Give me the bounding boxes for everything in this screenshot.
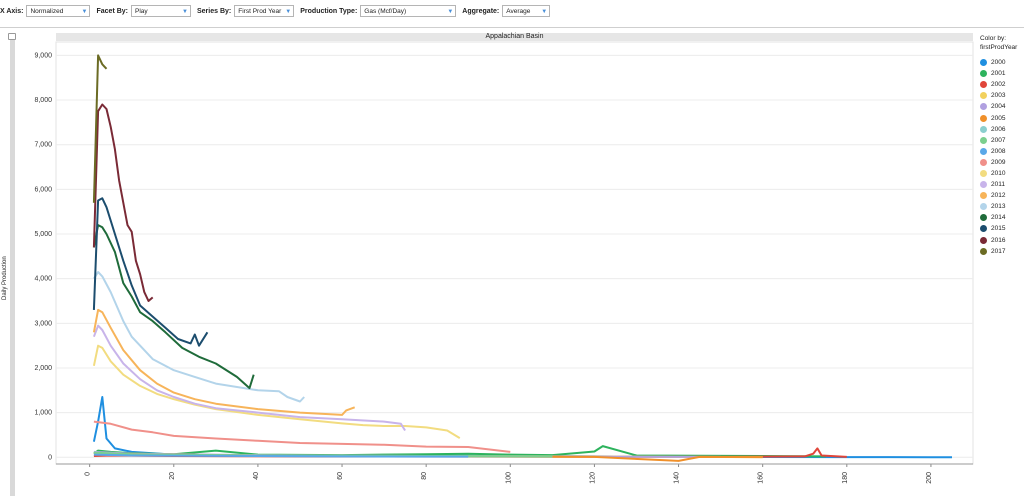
- x-tick-label: 40: [253, 472, 260, 480]
- legend-label: 2005: [991, 114, 1006, 122]
- legend-item[interactable]: 2000: [980, 57, 1017, 68]
- legend-item[interactable]: 2014: [980, 212, 1017, 223]
- legend-swatch: [980, 214, 987, 222]
- legend-swatch: [980, 136, 987, 144]
- y-tick-label: 3,000: [34, 320, 52, 327]
- legend-label: 2015: [991, 225, 1006, 233]
- legend-label: 2011: [991, 181, 1005, 189]
- legend-swatch: [980, 225, 987, 233]
- x-tick-label: 120: [589, 472, 596, 484]
- y-tick-label: 6,000: [34, 186, 52, 193]
- legend-swatch: [980, 81, 987, 89]
- legend-item[interactable]: 2015: [980, 223, 1017, 234]
- legend-item[interactable]: 2016: [980, 235, 1017, 246]
- legend-label: 2003: [991, 92, 1006, 100]
- legend-label: 2012: [991, 192, 1006, 200]
- legend-item[interactable]: 2017: [980, 246, 1017, 257]
- legend-label: 2010: [991, 169, 1006, 177]
- legend-item[interactable]: 2009: [980, 157, 1017, 168]
- line-chart: 0 1,000 2,000 3,000 4,000 5,000 6,000 7,000 8,00…: [34, 41, 974, 484]
- legend-item[interactable]: 2002: [980, 79, 1017, 90]
- legend-swatch: [980, 103, 987, 111]
- legend-swatch: [980, 236, 987, 244]
- legend-label: 2014: [991, 214, 1006, 222]
- legend-items: 2000 2001 2002 2003 2004 2005 2006 2007 2008 2009…: [980, 57, 1017, 257]
- legend-label: 2017: [991, 247, 1006, 255]
- legend-swatch: [980, 114, 987, 122]
- legend: Color by: firstProdYear 2000 2001 2002 2003…: [980, 34, 1017, 257]
- legend-item[interactable]: 2011: [980, 179, 1017, 190]
- legend-item[interactable]: 2005: [980, 112, 1017, 123]
- legend-swatch: [980, 192, 987, 200]
- y-tick-label: 5,000: [34, 231, 52, 238]
- y-tick-label: 8,000: [34, 97, 52, 104]
- y-tick-label: 1,000: [34, 410, 52, 417]
- legend-swatch: [980, 125, 987, 133]
- legend-label: 2009: [991, 158, 1006, 166]
- legend-label: 2000: [991, 59, 1006, 67]
- legend-swatch: [980, 70, 987, 78]
- legend-swatch: [980, 247, 987, 255]
- legend-label: 2002: [991, 81, 1006, 89]
- legend-label: 2016: [991, 236, 1006, 244]
- legend-item[interactable]: 2007: [980, 135, 1017, 146]
- y-tick-label: 7,000: [34, 142, 52, 149]
- x-tick-label: 100: [505, 472, 512, 484]
- legend-item[interactable]: 2010: [980, 168, 1017, 179]
- x-tick-label: 180: [842, 472, 849, 484]
- x-tick-label: 80: [421, 472, 428, 480]
- legend-item[interactable]: 2008: [980, 146, 1017, 157]
- y-tick-label: 0: [48, 454, 52, 461]
- legend-label: 2004: [991, 103, 1006, 111]
- legend-item[interactable]: 2001: [980, 68, 1017, 79]
- y-tick-label: 2,000: [34, 365, 52, 372]
- y-tick-label: 9,000: [34, 52, 52, 59]
- legend-swatch: [980, 158, 987, 166]
- legend-swatch: [980, 92, 987, 100]
- legend-title: Color by:: [980, 35, 1007, 42]
- legend-swatch: [980, 59, 987, 67]
- legend-item[interactable]: 2003: [980, 90, 1017, 101]
- legend-label: 2013: [991, 203, 1006, 211]
- legend-swatch: [980, 203, 987, 211]
- legend-item[interactable]: 2012: [980, 190, 1017, 201]
- legend-label: 2001: [991, 70, 1006, 78]
- legend-item[interactable]: 2004: [980, 101, 1017, 112]
- y-tick-label: 4,000: [34, 276, 52, 283]
- plot-area: [55, 41, 974, 465]
- x-tick-label: 60: [337, 472, 344, 480]
- legend-item[interactable]: 2013: [980, 201, 1017, 212]
- legend-field: firstProdYear: [980, 44, 1018, 51]
- legend-swatch: [980, 181, 987, 189]
- legend-label: 2008: [991, 147, 1006, 155]
- legend-label: 2006: [991, 125, 1006, 133]
- legend-swatch: [980, 147, 987, 155]
- legend-swatch: [980, 169, 987, 177]
- x-tick-label: 20: [169, 472, 176, 480]
- x-tick-label: 140: [674, 472, 681, 484]
- legend-label: 2007: [991, 136, 1006, 144]
- legend-item[interactable]: 2006: [980, 124, 1017, 135]
- x-tick-label: 200: [926, 472, 933, 484]
- x-tick-label: 160: [758, 472, 765, 484]
- x-tick-label: 0: [85, 472, 92, 476]
